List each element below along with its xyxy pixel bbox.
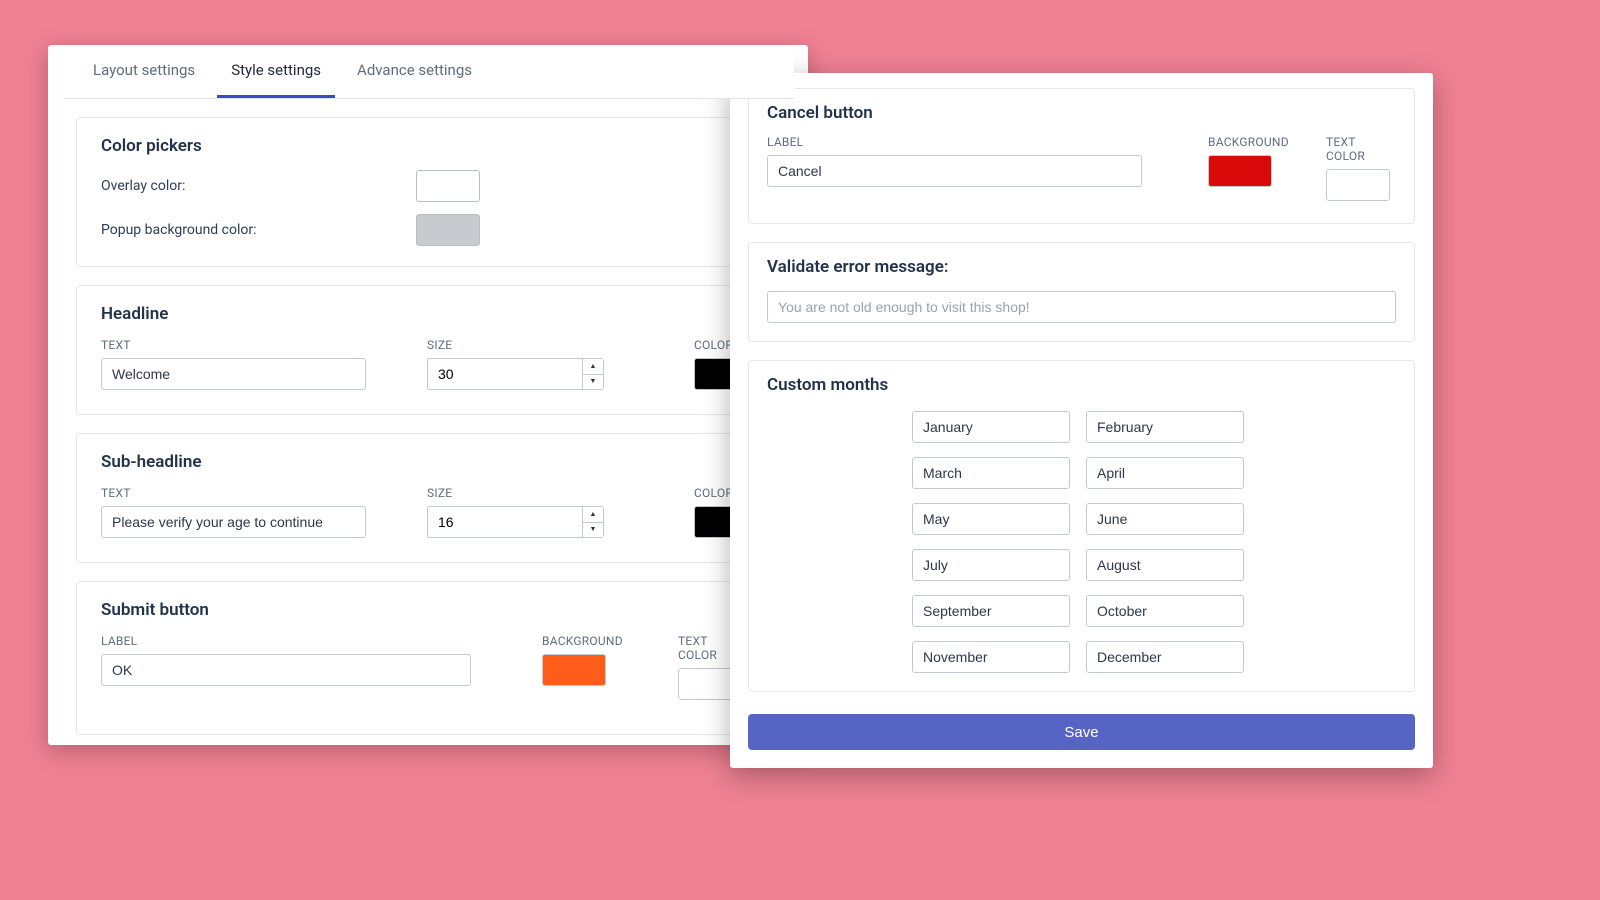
cancel-tc-label: TEXT COLOR xyxy=(1326,135,1396,163)
subheadline-size-spinner[interactable]: ▲ ▼ xyxy=(427,506,612,538)
color-pickers-card: Color pickers Overlay color: Popup backg… xyxy=(76,117,783,267)
subheadline-title: Sub-headline xyxy=(101,452,758,472)
popup-bg-label: Popup background color: xyxy=(101,222,416,238)
headline-size-down[interactable]: ▼ xyxy=(583,375,603,390)
month-input-10[interactable] xyxy=(1086,595,1244,627)
submit-label-label: LABEL xyxy=(101,634,471,648)
headline-text-label: TEXT xyxy=(101,338,366,352)
month-input-12[interactable] xyxy=(1086,641,1244,673)
cancel-button-card: Cancel button LABEL BACKGROUND TEXT COLO… xyxy=(748,88,1415,224)
overlay-color-label: Overlay color: xyxy=(101,178,416,194)
cancel-tc-swatch[interactable] xyxy=(1326,169,1390,201)
validate-error-title: Validate error message: xyxy=(767,257,1396,277)
save-button[interactable]: Save xyxy=(748,714,1415,750)
popup-bg-swatch[interactable] xyxy=(416,214,480,246)
month-input-11[interactable] xyxy=(912,641,1070,673)
subheadline-size-down[interactable]: ▼ xyxy=(583,523,603,538)
submit-button-card: Submit button LABEL BACKGROUND TEXT COLO… xyxy=(76,581,783,735)
cancel-label-label: LABEL xyxy=(767,135,1142,149)
tab-advance-settings[interactable]: Advance settings xyxy=(343,45,486,98)
cancel-label-input[interactable] xyxy=(767,155,1142,187)
subheadline-text-input[interactable] xyxy=(101,506,366,538)
subheadline-card: Sub-headline TEXT SIZE ▲ ▼ xyxy=(76,433,783,563)
headline-size-spinner[interactable]: ▲ ▼ xyxy=(427,358,612,390)
month-input-6[interactable] xyxy=(1086,503,1244,535)
month-input-4[interactable] xyxy=(1086,457,1244,489)
submit-bg-swatch[interactable] xyxy=(542,654,606,686)
month-input-2[interactable] xyxy=(1086,411,1244,443)
cancel-bg-label: BACKGROUND xyxy=(1208,135,1278,149)
month-input-3[interactable] xyxy=(912,457,1070,489)
submit-label-input[interactable] xyxy=(101,654,471,686)
month-input-9[interactable] xyxy=(912,595,1070,627)
validate-error-card: Validate error message: xyxy=(748,242,1415,342)
left-settings-panel: Layout settings Style settings Advance s… xyxy=(48,45,808,745)
cancel-button-title: Cancel button xyxy=(767,103,1396,123)
month-input-8[interactable] xyxy=(1086,549,1244,581)
tab-layout-settings[interactable]: Layout settings xyxy=(79,45,209,98)
month-input-7[interactable] xyxy=(912,549,1070,581)
subheadline-text-label: TEXT xyxy=(101,486,366,500)
subheadline-size-up[interactable]: ▲ xyxy=(583,507,603,523)
headline-title: Headline xyxy=(101,304,758,324)
headline-size-up[interactable]: ▲ xyxy=(583,359,603,375)
subheadline-size-label: SIZE xyxy=(427,486,612,500)
right-settings-panel: Cancel button LABEL BACKGROUND TEXT COLO… xyxy=(730,73,1433,768)
headline-size-input[interactable] xyxy=(427,358,582,390)
overlay-color-swatch[interactable] xyxy=(416,170,480,202)
month-input-1[interactable] xyxy=(912,411,1070,443)
month-input-5[interactable] xyxy=(912,503,1070,535)
tab-style-settings[interactable]: Style settings xyxy=(217,45,335,98)
headline-card: Headline TEXT SIZE ▲ ▼ xyxy=(76,285,783,415)
custom-months-card: Custom months xyxy=(748,360,1415,692)
subheadline-size-input[interactable] xyxy=(427,506,582,538)
headline-size-label: SIZE xyxy=(427,338,612,352)
submit-button-title: Submit button xyxy=(101,600,758,620)
submit-bg-label: BACKGROUND xyxy=(542,634,612,648)
headline-text-input[interactable] xyxy=(101,358,366,390)
color-pickers-title: Color pickers xyxy=(101,136,758,156)
cancel-bg-swatch[interactable] xyxy=(1208,155,1272,187)
validate-error-input[interactable] xyxy=(767,291,1396,323)
custom-months-title: Custom months xyxy=(767,375,1396,395)
settings-tabs: Layout settings Style settings Advance s… xyxy=(64,45,794,99)
